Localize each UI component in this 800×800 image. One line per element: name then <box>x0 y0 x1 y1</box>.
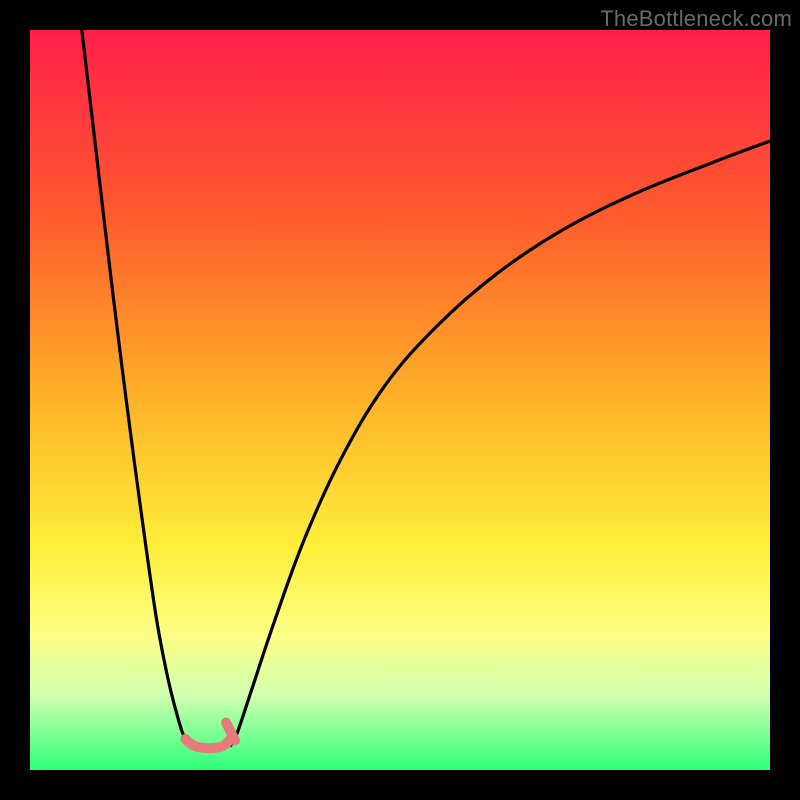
plot-area <box>30 30 770 770</box>
chart-frame: TheBottleneck.com <box>0 0 800 800</box>
left-branch-curve <box>82 30 194 746</box>
valley-marker <box>185 739 230 748</box>
watermark-text: TheBottleneck.com <box>600 6 792 32</box>
curve-layer <box>30 30 770 770</box>
right-branch-curve <box>231 141 770 746</box>
